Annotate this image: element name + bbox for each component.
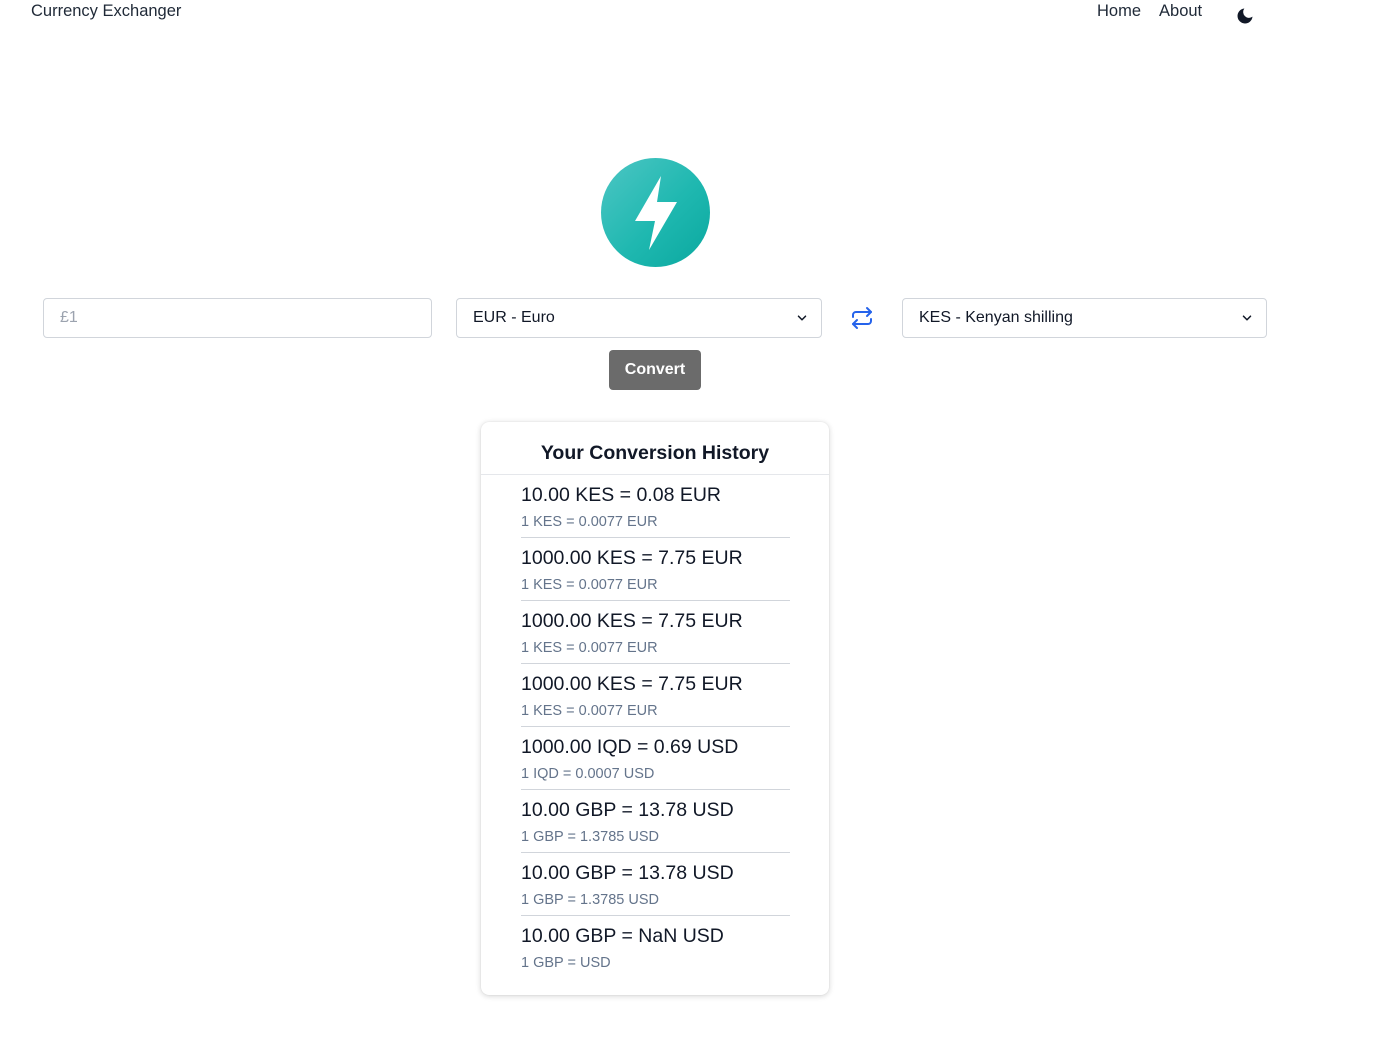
from-currency-value: EUR - Euro — [473, 309, 555, 326]
history-item: 10.00 GBP = 13.78 USD 1 GBP = 1.3785 USD — [521, 853, 790, 916]
nav-links: Home About — [1097, 2, 1202, 21]
history-rate: 1 KES = 0.0077 EUR — [521, 703, 658, 719]
lightning-bolt-icon — [634, 175, 677, 250]
theme-toggle-button[interactable] — [1234, 5, 1256, 27]
history-title: Your Conversion History — [481, 422, 829, 475]
brand-link[interactable]: Currency Exchanger — [31, 2, 181, 21]
history-item: 10.00 KES = 0.08 EUR 1 KES = 0.0077 EUR — [521, 475, 790, 538]
history-list: 10.00 KES = 0.08 EUR 1 KES = 0.0077 EUR … — [481, 475, 829, 979]
history-result: 1000.00 KES = 7.75 EUR — [521, 610, 743, 632]
amount-input[interactable] — [43, 298, 432, 338]
history-rate: 1 KES = 0.0077 EUR — [521, 514, 658, 530]
moon-icon — [1237, 8, 1253, 24]
history-item: 10.00 GBP = NaN USD 1 GBP = USD — [521, 916, 790, 979]
to-currency-select[interactable]: KES - Kenyan shilling — [902, 298, 1267, 338]
from-currency-select[interactable]: EUR - Euro — [456, 298, 822, 338]
history-result: 10.00 GBP = 13.78 USD — [521, 862, 734, 884]
nav-link-home[interactable]: Home — [1097, 2, 1141, 21]
conversion-history-card: Your Conversion History 10.00 KES = 0.08… — [481, 422, 829, 995]
history-result: 10.00 GBP = NaN USD — [521, 925, 724, 947]
page: Currency Exchanger Home About EUR - Euro — [0, 0, 1387, 1039]
to-currency-value: KES - Kenyan shilling — [919, 309, 1073, 326]
convert-button[interactable]: Convert — [609, 350, 701, 390]
history-result: 1000.00 IQD = 0.69 USD — [521, 736, 739, 758]
history-rate: 1 GBP = USD — [521, 955, 611, 971]
history-item: 1000.00 KES = 7.75 EUR 1 KES = 0.0077 EU… — [521, 664, 790, 727]
history-rate: 1 IQD = 0.0007 USD — [521, 766, 655, 782]
history-rate: 1 GBP = 1.3785 USD — [521, 892, 659, 908]
history-item: 1000.00 KES = 7.75 EUR 1 KES = 0.0077 EU… — [521, 601, 790, 664]
history-result: 1000.00 KES = 7.75 EUR — [521, 547, 743, 569]
swap-arrows-icon — [852, 307, 872, 329]
history-item: 1000.00 IQD = 0.69 USD 1 IQD = 0.0007 US… — [521, 727, 790, 790]
history-result: 10.00 GBP = 13.78 USD — [521, 799, 734, 821]
history-item: 1000.00 KES = 7.75 EUR 1 KES = 0.0077 EU… — [521, 538, 790, 601]
app-logo — [601, 158, 710, 267]
history-result: 10.00 KES = 0.08 EUR — [521, 484, 721, 506]
history-rate: 1 GBP = 1.3785 USD — [521, 829, 659, 845]
history-item: 10.00 GBP = 13.78 USD 1 GBP = 1.3785 USD — [521, 790, 790, 853]
swap-currencies-button[interactable] — [849, 305, 875, 331]
nav-link-about[interactable]: About — [1159, 2, 1202, 21]
history-rate: 1 KES = 0.0077 EUR — [521, 577, 658, 593]
history-result: 1000.00 KES = 7.75 EUR — [521, 673, 743, 695]
chevron-down-icon — [1242, 315, 1252, 321]
chevron-down-icon — [797, 315, 807, 321]
history-rate: 1 KES = 0.0077 EUR — [521, 640, 658, 656]
